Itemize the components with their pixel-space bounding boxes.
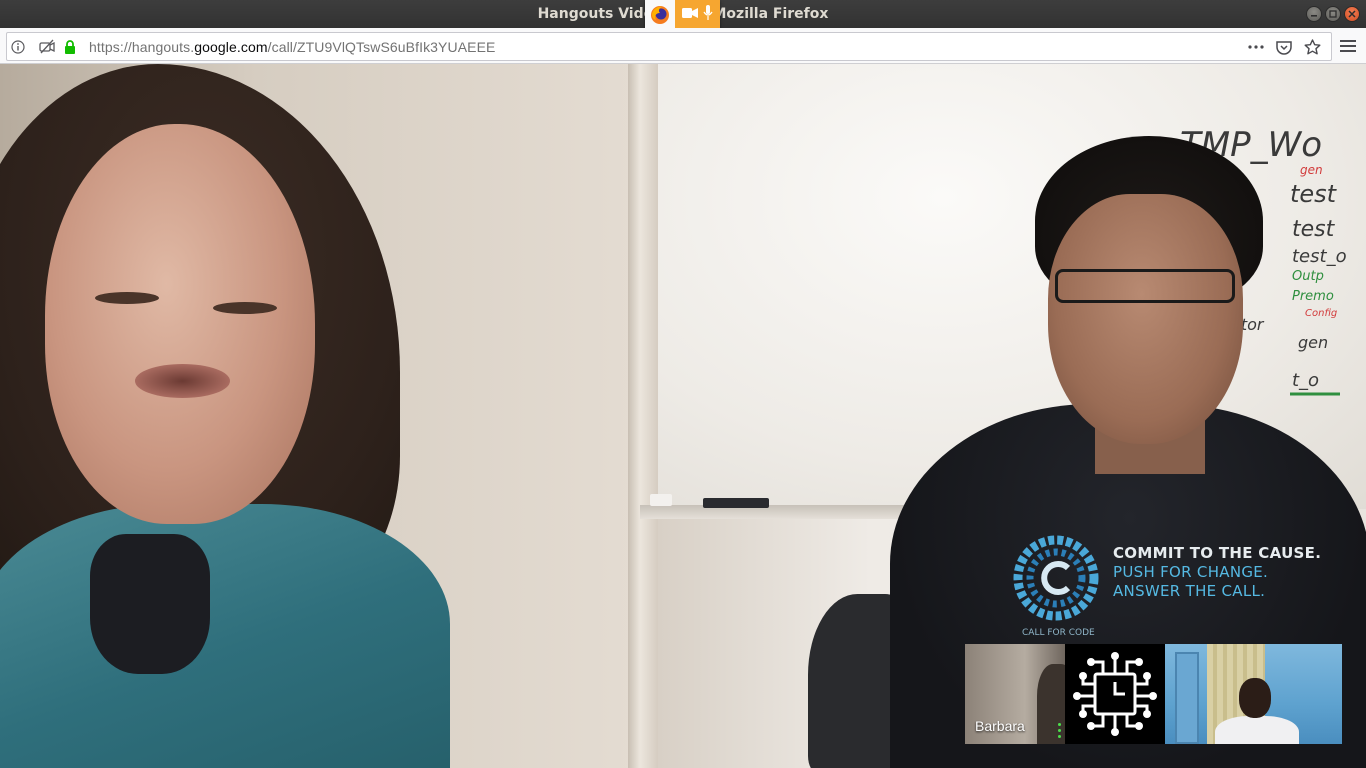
circuit-clock-logo-icon (1073, 652, 1157, 736)
man-participant (1048, 194, 1243, 444)
woman-eye (95, 292, 159, 304)
wb-line: gen (1300, 163, 1323, 177)
wb-line: t_o (1292, 370, 1319, 391)
woman-participant (45, 124, 315, 524)
shirt-line-3: ANSWER THE CALL. (1113, 582, 1266, 600)
speaking-indicator-icon (1058, 723, 1061, 738)
url-path: /call/ZTU9VlQTswS6uBfIk3YUAEEE (267, 38, 496, 55)
url-text[interactable]: https://hangouts.google.com/call/ZTU9VlQ… (89, 39, 495, 55)
man-glasses (1055, 269, 1235, 303)
woman-shirt (90, 534, 210, 674)
permissions-icon[interactable] (37, 36, 59, 58)
wb-line: Premo (1292, 289, 1334, 304)
lock-icon[interactable] (59, 36, 81, 58)
main-video-feed[interactable]: TMP_Wo gen test test test_o Outp Premo C… (0, 64, 1366, 768)
url-bar[interactable]: https://hangouts.google.com/call/ZTU9VlQ… (6, 32, 1332, 61)
browser-toolbar: https://hangouts.google.com/call/ZTU9VlQ… (0, 28, 1366, 64)
shirt-line-1: COMMIT TO THE CAUSE. (1113, 544, 1322, 562)
url-prefix: https://hangouts. (89, 38, 195, 55)
shirt-logo (1013, 535, 1099, 621)
woman-jacket (0, 504, 450, 768)
participant-thumbnail-third[interactable] (1165, 644, 1342, 744)
woman-mouth (135, 364, 230, 398)
close-button[interactable] (1344, 6, 1360, 22)
whiteboard-tray (640, 505, 940, 519)
info-icon[interactable] (7, 36, 29, 58)
shirt-slogan: COMMIT TO THE CAUSE. PUSH FOR CHANGE. AN… (1113, 544, 1321, 601)
thumb-door (1175, 652, 1199, 744)
bookmark-star-icon[interactable] (1301, 36, 1323, 58)
url-domain: google.com (194, 38, 268, 55)
woman-eye (213, 302, 277, 314)
shirt-logo-label: CALL FOR CODE (1022, 628, 1095, 638)
microphone-icon (703, 4, 713, 25)
hamburger-menu-icon[interactable] (1336, 35, 1360, 57)
camera-icon (681, 7, 698, 23)
participant-thumbnail-avatar[interactable] (1065, 644, 1165, 744)
wb-line: test (1292, 217, 1336, 242)
participant-thumbnail-barbara[interactable]: Barbara (965, 644, 1065, 744)
window-title-bar[interactable]: Hangouts Video Call - Mozilla Firefox (0, 0, 1366, 29)
door-frame (628, 64, 658, 768)
eraser (650, 494, 672, 506)
thumb-person-shirt (1215, 716, 1299, 744)
pocket-icon[interactable] (1273, 36, 1295, 58)
sharing-indicator[interactable] (645, 0, 720, 29)
thumb-person-head (1239, 678, 1271, 718)
wb-line: test (1290, 180, 1338, 208)
wb-line: Outp (1292, 269, 1324, 284)
wb-line: Config (1305, 308, 1337, 319)
shirt-line-2: PUSH FOR CHANGE. (1113, 563, 1269, 581)
wb-line: test_o (1292, 246, 1347, 267)
minimize-button[interactable] (1306, 6, 1322, 22)
participant-filmstrip: Barbara (965, 644, 1342, 744)
wb-line: gen (1298, 333, 1328, 352)
maximize-button[interactable] (1325, 6, 1341, 22)
firefox-icon (645, 0, 675, 29)
participant-name: Barbara (975, 718, 1025, 734)
marker (703, 498, 769, 508)
page-actions-icon[interactable] (1245, 36, 1267, 58)
